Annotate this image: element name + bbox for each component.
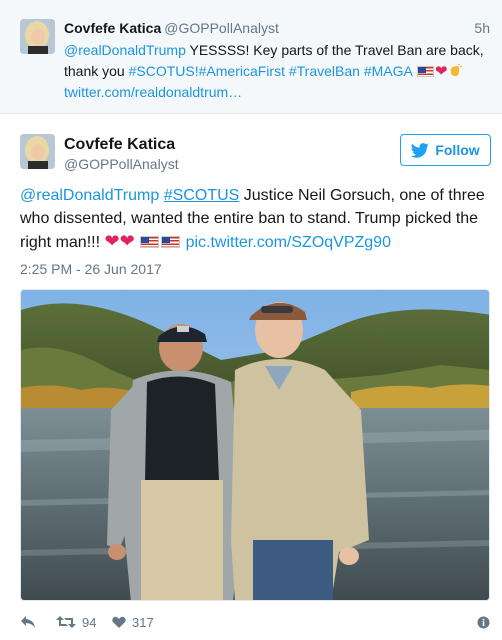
like-button[interactable]: 317: [112, 611, 154, 633]
us-flag-icon: [140, 236, 160, 248]
follow-label: Follow: [435, 142, 480, 158]
main-tweet-text: @realDonaldTrump #SCOTUS Justice Neil Go…: [20, 184, 490, 254]
parent-tweet[interactable]: Covfefe Katica @GOPPollAnalyst 5h @realDo…: [0, 0, 502, 114]
parent-url-link[interactable]: twitter.com/realdonaldtrum…: [64, 84, 242, 100]
tweet-actions: 94 317: [20, 611, 490, 633]
parent-name-line: Covfefe Katica @GOPPollAnalyst: [64, 20, 279, 36]
parent-mention-link[interactable]: @realDonaldTrump: [64, 42, 186, 58]
parent-time[interactable]: 5h: [474, 20, 490, 36]
parent-handle[interactable]: @GOPPollAnalyst: [164, 20, 279, 36]
main-mention-link[interactable]: @realDonaldTrump: [20, 187, 159, 204]
tweet-photo[interactable]: [20, 289, 490, 601]
tweet-timestamp[interactable]: 2:25 PM - 26 Jun 2017: [20, 261, 162, 277]
like-count: 317: [132, 614, 154, 630]
parent-hashtags-link[interactable]: #SCOTUS!#AmericaFirst #TravelBan #MAGA: [129, 63, 412, 79]
clapping-hand-icon: [448, 63, 462, 77]
main-avatar[interactable]: [20, 134, 55, 169]
red-heart-icon: ❤❤: [104, 231, 135, 251]
info-button[interactable]: [477, 611, 490, 633]
info-icon: [477, 616, 490, 629]
us-flag-icon: [161, 236, 181, 248]
parent-avatar[interactable]: [20, 19, 55, 54]
parent-display-name[interactable]: Covfefe Katica: [64, 20, 161, 36]
red-heart-icon: ❤: [434, 63, 448, 80]
retweet-count: 94: [82, 614, 97, 630]
parent-tweet-text: @realDonaldTrump YESSSS! Key parts of th…: [64, 40, 494, 103]
retweet-button[interactable]: 94: [56, 611, 96, 633]
us-flag-icon: [416, 66, 434, 77]
follow-button[interactable]: Follow: [400, 134, 491, 166]
main-display-name[interactable]: Covfefe Katica: [64, 136, 175, 154]
heart-icon: [112, 616, 126, 629]
main-handle[interactable]: @GOPPollAnalyst: [64, 156, 179, 172]
reply-button[interactable]: [20, 611, 36, 633]
retweet-icon: [56, 615, 76, 629]
twitter-bird-icon: [411, 142, 430, 158]
main-hashtag-link[interactable]: #SCOTUS: [164, 187, 240, 204]
main-tweet: Covfefe Katica @GOPPollAnalyst Follow @r…: [0, 114, 502, 640]
reply-icon: [20, 615, 36, 629]
main-pic-link[interactable]: pic.twitter.com/SZOqVPZg90: [186, 234, 391, 251]
